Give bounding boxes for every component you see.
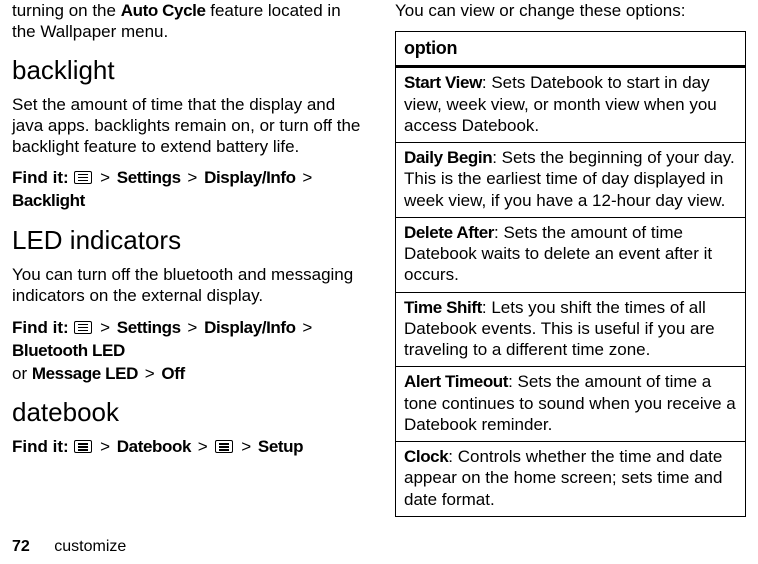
table-row: Alert Timeout: Sets the amount of time a…	[396, 367, 746, 442]
option-term: Time Shift	[404, 298, 482, 317]
gt: >	[302, 318, 312, 337]
findit-step: Settings	[117, 168, 181, 187]
findit-label: Find it:	[12, 437, 69, 456]
options-table: option Start View: Sets Datebook to star…	[395, 31, 746, 517]
findit-step: Off	[161, 364, 184, 383]
option-header: option	[396, 32, 746, 67]
backlight-heading: backlight	[12, 55, 363, 86]
gt: >	[187, 318, 197, 337]
menu-icon	[215, 440, 233, 453]
datebook-heading: datebook	[12, 397, 363, 428]
findit-step: Message LED	[32, 364, 138, 383]
findit-step: Bluetooth LED	[12, 341, 125, 360]
gt: >	[198, 437, 208, 456]
table-row: Daily Begin: Sets the beginning of your …	[396, 143, 746, 218]
intro-pre: turning on the	[12, 1, 121, 20]
table-row: Clock: Controls whether the time and dat…	[396, 442, 746, 517]
findit-label: Find it:	[12, 318, 69, 337]
gt: >	[100, 318, 110, 337]
findit-or: or	[12, 364, 32, 383]
menu-icon	[74, 171, 92, 184]
right-column: You can view or change these options: op…	[395, 0, 746, 517]
table-row: Time Shift: Lets you shift the times of …	[396, 292, 746, 367]
findit-step: Display/Info	[204, 318, 296, 337]
left-column: turning on the Auto Cycle feature locate…	[12, 0, 363, 517]
menu-icon	[74, 321, 92, 334]
gt: >	[241, 437, 251, 456]
findit-step: Backlight	[12, 191, 85, 210]
menu-icon	[74, 440, 92, 453]
gt: >	[100, 168, 110, 187]
backlight-desc: Set the amount of time that the display …	[12, 94, 363, 158]
wallpaper-intro: turning on the Auto Cycle feature locate…	[12, 0, 363, 43]
table-row: Start View: Sets Datebook to start in da…	[396, 67, 746, 143]
findit-step: Display/Info	[204, 168, 296, 187]
findit-step: Datebook	[117, 437, 191, 456]
findit-label: Find it:	[12, 168, 69, 187]
led-desc: You can turn off the bluetooth and messa…	[12, 264, 363, 307]
gt: >	[302, 168, 312, 187]
findit-step: Settings	[117, 318, 181, 337]
table-row: Delete After: Sets the amount of time Da…	[396, 217, 746, 292]
section-label: customize	[54, 538, 126, 555]
gt: >	[100, 437, 110, 456]
auto-cycle-term: Auto Cycle	[121, 1, 206, 20]
backlight-findit: Find it: > Settings > Display/Info > Bac…	[12, 167, 363, 213]
option-term: Daily Begin	[404, 148, 492, 167]
page-number: 72	[12, 538, 30, 555]
findit-step: Setup	[258, 437, 303, 456]
led-findit: Find it: > Settings > Display/Info > Blu…	[12, 317, 363, 386]
options-intro: You can view or change these options:	[395, 0, 746, 21]
gt: >	[145, 364, 155, 383]
datebook-findit: Find it: > Datebook > > Setup	[12, 436, 363, 459]
led-heading: LED indicators	[12, 225, 363, 256]
gt: >	[187, 168, 197, 187]
option-term: Clock	[404, 447, 448, 466]
option-term: Alert Timeout	[404, 372, 508, 391]
option-term: Delete After	[404, 223, 494, 242]
option-desc: : Controls whether the time and date app…	[404, 447, 722, 509]
page-footer: 72 customize	[12, 538, 126, 556]
option-term: Start View	[404, 73, 482, 92]
